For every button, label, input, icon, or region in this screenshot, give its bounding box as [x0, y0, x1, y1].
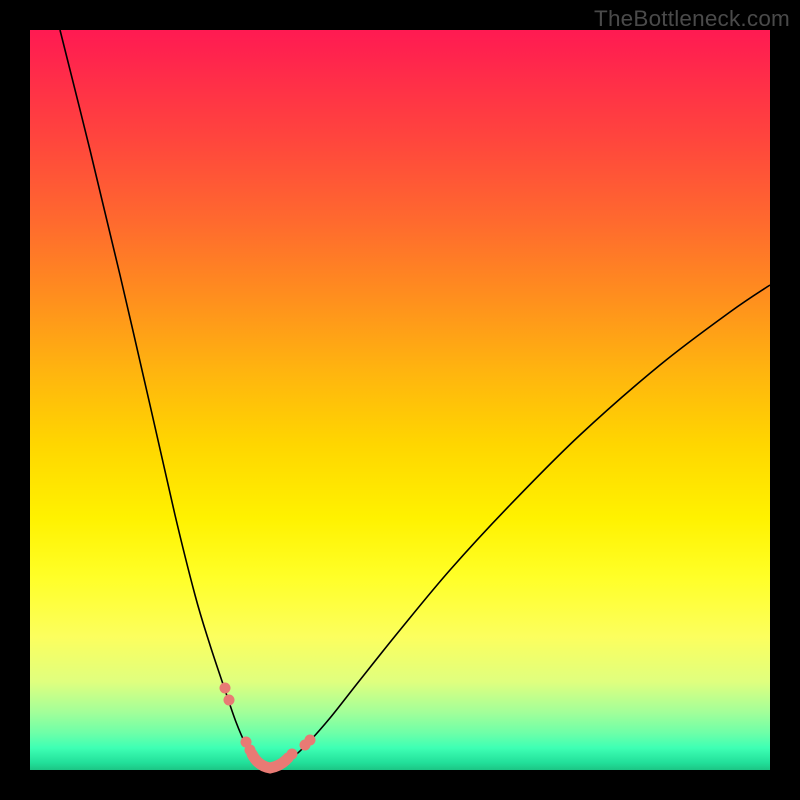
highlight-left-dots	[220, 683, 256, 756]
highlight-dot	[305, 735, 316, 746]
highlight-dot	[224, 695, 235, 706]
highlight-dot	[287, 749, 298, 760]
highlight-right-dots	[283, 735, 316, 764]
curve-left-branch	[60, 30, 270, 768]
curve-right-branch	[270, 285, 770, 768]
highlight-dot	[245, 745, 256, 756]
highlight-bottom	[252, 754, 286, 768]
chart-plot-area	[30, 30, 770, 770]
watermark-text: TheBottleneck.com	[594, 6, 790, 32]
highlight-dot	[220, 683, 231, 694]
curve-svg	[30, 30, 770, 770]
